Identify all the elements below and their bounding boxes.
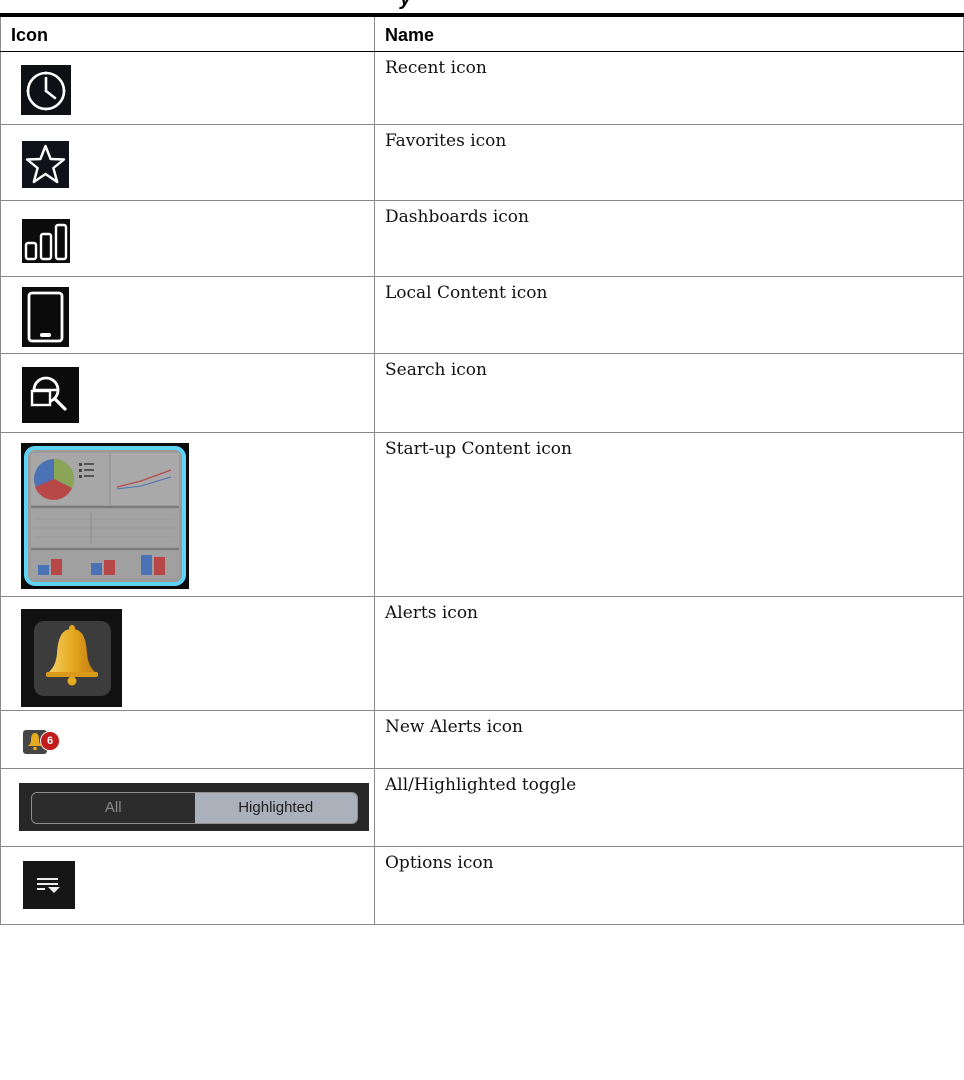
icon-cell [0, 124, 375, 201]
table-row: Recent icon [0, 51, 964, 125]
icon-cell [0, 353, 375, 433]
tablet-icon [22, 286, 69, 347]
bell-badge-icon: 6 [23, 728, 63, 754]
table-row: Options icon [0, 846, 964, 925]
icon-name: Local Content icon [374, 276, 964, 354]
table-row: Alerts icon [0, 596, 964, 711]
table-row: Favorites icon [0, 124, 964, 201]
bar-chart-icon [22, 218, 70, 263]
icon-name: Dashboards icon [374, 200, 964, 277]
icon-name: All/Highlighted toggle [374, 768, 964, 847]
icon-name: Options icon [374, 846, 964, 925]
icon-cell [0, 596, 375, 711]
icon-name: Alerts icon [374, 596, 964, 711]
alert-count-badge: 6 [40, 730, 60, 751]
icon-cell [0, 51, 375, 125]
icon-name: Start-up Content icon [374, 432, 964, 597]
table-row: 6 New Alerts icon [0, 710, 964, 769]
cut-off-table-title: y [400, 0, 411, 11]
icon-cell [0, 200, 375, 277]
table-row: Start-up Content icon [0, 432, 964, 597]
icon-name: Search icon [374, 353, 964, 433]
options-icon [23, 860, 75, 909]
star-icon [22, 140, 69, 188]
column-header-name: Name [374, 17, 964, 52]
table-row: Dashboards icon [0, 200, 964, 277]
icon-cell: 6 [0, 710, 375, 769]
table-row: All Highlighted All/Highlighted toggle [0, 768, 964, 847]
icon-cell [0, 846, 375, 925]
toggle-control: All Highlighted [19, 782, 369, 831]
bell-icon [21, 608, 122, 707]
document-page: y Icon Name Recent icon [0, 0, 964, 1080]
table-row: Search icon [0, 353, 964, 433]
icon-cell [0, 276, 375, 354]
table-header-row: Icon Name [0, 17, 964, 52]
toggle-highlighted-segment[interactable]: Highlighted [194, 792, 357, 823]
table-row: Local Content icon [0, 276, 964, 354]
search-icon [22, 366, 79, 423]
column-header-icon: Icon [0, 17, 375, 52]
all-highlighted-toggle[interactable]: All Highlighted [31, 791, 358, 824]
icon-name: Recent icon [374, 51, 964, 125]
toggle-all-segment[interactable]: All [32, 792, 195, 823]
icon-cell: All Highlighted [0, 768, 375, 847]
icon-name: New Alerts icon [374, 710, 964, 769]
icon-table: Icon Name Recent icon Favorites icon Das… [0, 17, 964, 925]
dashboard-thumbnail-icon [21, 442, 189, 589]
icon-name: Favorites icon [374, 124, 964, 201]
recent-icon [21, 64, 71, 115]
icon-cell [0, 432, 375, 597]
